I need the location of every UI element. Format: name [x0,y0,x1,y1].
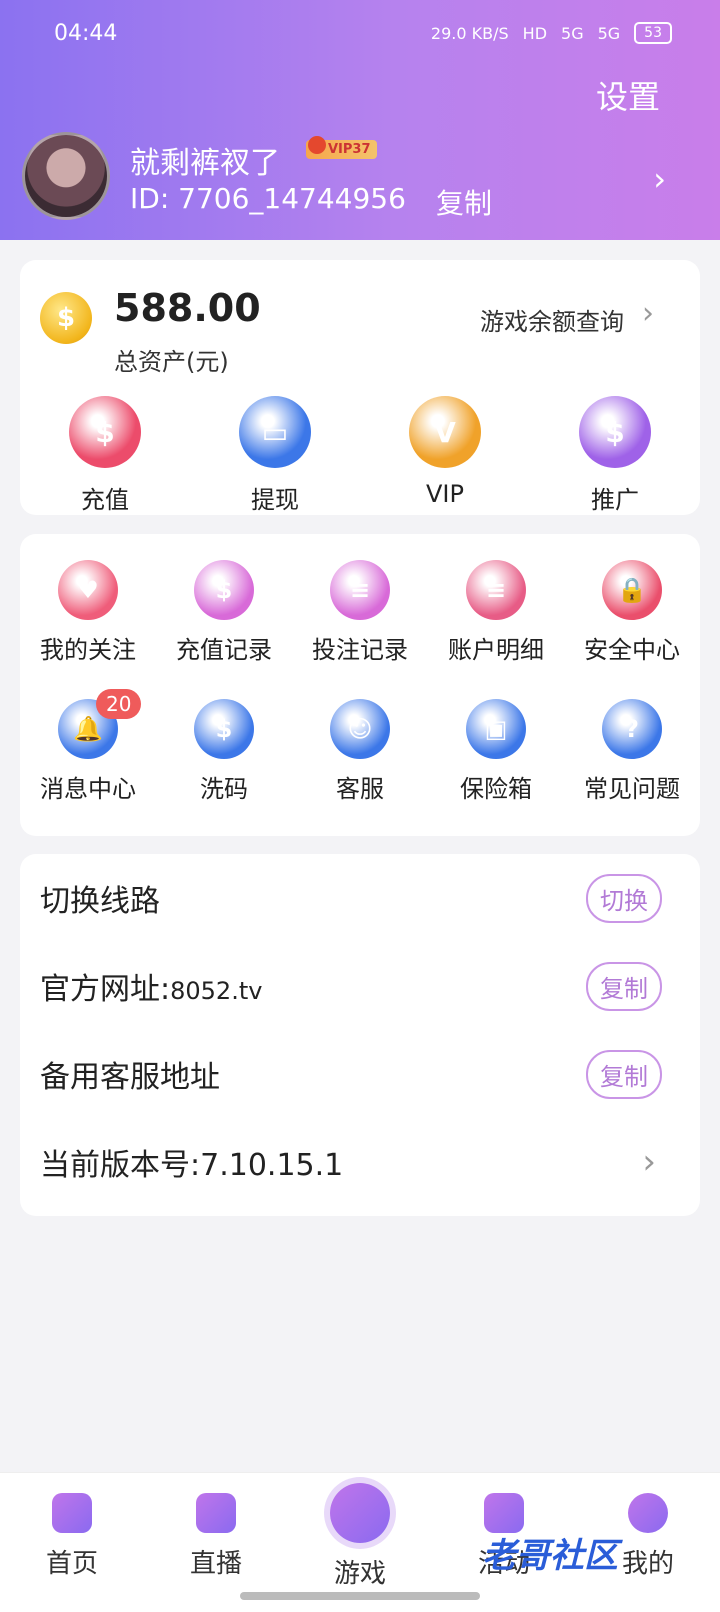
username: 就剩裤衩了 [130,146,280,181]
chevron-right-icon[interactable]: › [642,296,654,331]
menu-item-label: 消息中心 [40,775,136,803]
live-video-icon [196,1493,236,1533]
signal-icon: 5G [561,23,584,43]
bet-record-icon: ≡ [330,560,390,620]
menu-item-0[interactable]: ♥ 我的关注 [20,560,156,665]
balance-amount: 588.00 [114,286,261,330]
menu-item-7[interactable]: ☺ 客服 [292,699,428,804]
vip-diamond-icon: V [409,396,481,468]
menu-item-3[interactable]: ≡ 账户明细 [428,560,564,665]
headset-icon: ☺ [330,699,390,759]
profile-header: 04:44 29.0 KB/S HD 5G 5G 53 设置 就剩裤衩了 VIP… [0,0,720,240]
menu-item-label: 账户明细 [448,636,544,664]
settings-button[interactable]: 设置 [596,72,660,118]
deposit-record-icon: $ [194,560,254,620]
status-icons: 29.0 KB/S HD 5G 5G 53 [431,22,672,44]
settings-card: 切换线路 切换 官方网址:8052.tv 复制 备用客服地址 复制 当前版本号:… [20,854,700,1216]
chevron-right-icon[interactable]: › [653,160,666,198]
home-icon [52,1493,92,1533]
wallet-actions: $ 充值 ▭ 提现 V VIP $ 推广 [20,396,700,515]
menu-item-label: 常见问题 [584,775,680,803]
menu-item-6[interactable]: $ 洗码 [156,699,292,804]
official-site-value: 8052.tv [170,977,263,1005]
version-value: 7.10.15.1 [200,1148,344,1183]
wallet-action-label: 推广 [591,486,639,514]
menu-item-8[interactable]: ▣ 保险箱 [428,699,564,804]
wallet-action-2[interactable]: V VIP [360,396,530,515]
status-bar: 04:44 29.0 KB/S HD 5G 5G 53 [54,18,672,48]
copy-id-button[interactable]: 复制 [436,182,492,222]
money-bag-icon: $ [69,396,141,468]
hd-icon: HD [522,23,548,43]
gamepad-icon [330,1483,390,1543]
game-balance-query[interactable]: 游戏余额查询 [480,302,624,337]
chip-icon: $ [194,699,254,759]
menu-item-4[interactable]: 🔒 安全中心 [564,560,700,665]
copy-backup-cs-button[interactable]: 复制 [586,1049,662,1099]
battery-icon: 53 [634,22,672,44]
wallet-card: $ 588.00 总资产(元) 游戏余额查询 › $ 充值 ▭ 提现 V VIP $ 推广 [20,260,700,515]
copy-site-button[interactable]: 复制 [586,961,662,1011]
menu-item-label: 保险箱 [460,775,532,803]
menu-item-label: 我的关注 [40,636,136,664]
version-row[interactable]: 当前版本号:7.10.15.1 › [40,1118,662,1206]
chevron-right-icon[interactable]: › [642,1142,656,1182]
card-icon: ▭ [239,396,311,468]
wallet-action-label: VIP [426,480,464,508]
menu-item-9[interactable]: ? 常见问题 [564,699,700,804]
backup-cs-label: 备用客服地址 [40,1060,220,1095]
menu-card: ♥ 我的关注 $ 充值记录 ≡ 投注记录 ≡ 账户明细 🔒 安全中心 🔔 消息中心 20 $ 洗码 ☺ 客服 ▣ 保… [20,534,700,836]
menu-item-label: 客服 [336,775,384,803]
activity-icon [484,1493,524,1533]
security-lock-icon: 🔒 [602,560,662,620]
official-site-row: 官方网址:8052.tv 复制 [40,942,662,1030]
promote-bag-icon: $ [579,396,651,468]
wallet-action-0[interactable]: $ 充值 [20,396,190,515]
smile-icon [628,1493,668,1533]
unread-count-badge: 20 [96,689,142,719]
menu-grid: ♥ 我的关注 $ 充值记录 ≡ 投注记录 ≡ 账户明细 🔒 安全中心 🔔 消息中心 20 $ 洗码 ☺ 客服 ▣ 保… [20,560,700,804]
balance-label: 总资产(元) [114,348,229,376]
net-speed: 29.0 KB/S [430,23,509,43]
wallet-action-1[interactable]: ▭ 提现 [190,396,360,515]
account-detail-icon: ≡ [466,560,526,620]
tab-label: 游戏 [333,1559,386,1589]
coin-icon: $ [40,292,92,344]
home-indicator[interactable] [240,1592,480,1600]
menu-item-label: 安全中心 [584,636,680,664]
menu-item-5[interactable]: 🔔 消息中心 20 [20,689,156,804]
user-id: ID: 7706_14744956 [130,182,406,215]
status-time: 04:44 [54,20,118,46]
wallet-action-label: 提现 [251,486,299,514]
backup-cs-row: 备用客服地址 复制 [40,1030,662,1118]
heart-plus-icon: ♥ [58,560,118,620]
avatar[interactable] [22,132,110,220]
menu-item-1[interactable]: $ 充值记录 [156,560,292,665]
menu-item-2[interactable]: ≡ 投注记录 [292,560,428,665]
wallet-action-3[interactable]: $ 推广 [530,396,700,515]
safe-icon: ▣ [466,699,526,759]
menu-item-label: 洗码 [200,775,248,803]
switch-line-row[interactable]: 切换线路 切换 [40,854,662,942]
vip-level-badge: VIP37 [306,136,377,159]
tab-label: 首页 [45,1549,98,1579]
signal-icon-2: 5G [597,23,621,43]
official-site-label: 官方网址:8052.tv [40,964,586,1008]
menu-item-label: 投注记录 [312,636,408,664]
switch-line-label: 切换线路 [40,884,160,919]
wallet-action-label: 充值 [81,486,129,514]
official-site-title: 官方网址: [40,972,171,1007]
tab-label: 直播 [189,1549,242,1579]
version-label: 当前版本号:7.10.15.1 [40,1140,642,1184]
switch-line-button[interactable]: 切换 [586,873,662,923]
watermark-logo: 老哥社区 [482,1536,618,1576]
version-title: 当前版本号: [40,1148,201,1183]
menu-item-label: 充值记录 [176,636,272,664]
tab-home[interactable]: 首页 [0,1473,144,1612]
question-icon: ? [602,699,662,759]
